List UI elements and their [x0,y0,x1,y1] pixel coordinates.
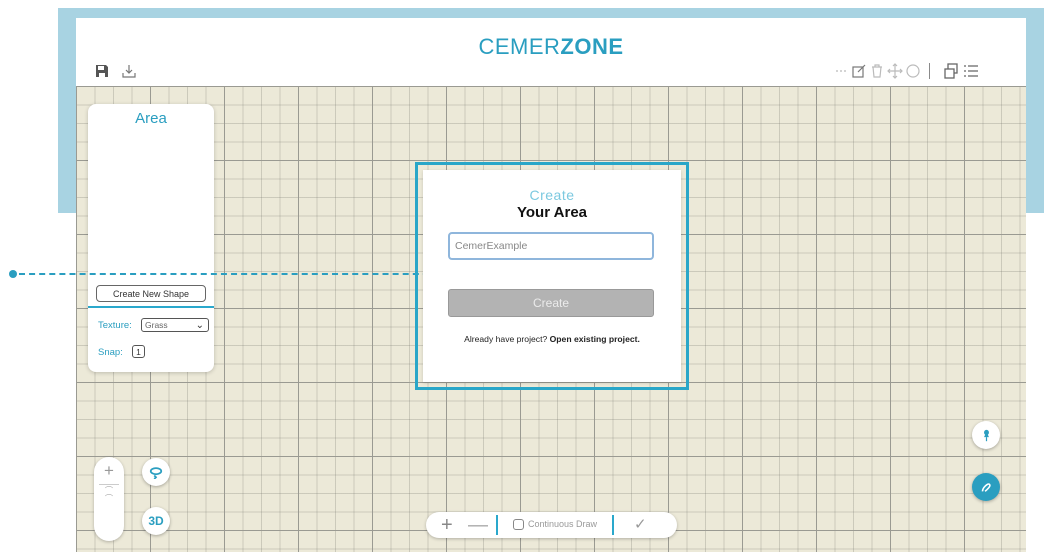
fit-view-icon[interactable]: ⌒ ⌒ [94,487,124,503]
brand-logo: CEMERZONE [76,34,1026,60]
list-icon[interactable] [962,62,980,80]
chevron-down-icon: ⌄ [195,320,204,331]
rotate-icon[interactable] [904,62,922,80]
snap-value-input[interactable]: 1 [132,345,145,358]
connector-line [19,273,439,275]
area-panel-title: Area [135,110,167,127]
brand-bold: ZONE [560,34,624,59]
brand-regular: CEMER [478,34,561,59]
connector-dot [9,270,17,278]
zoom-in-button[interactable]: + [94,461,124,481]
rotate-view-button[interactable] [142,458,170,486]
layers-icon[interactable] [942,62,960,80]
continuous-draw-checkbox[interactable] [513,519,524,530]
save-icon[interactable] [93,62,111,80]
draw-mode-button[interactable] [972,473,1000,501]
select-icon[interactable] [832,62,850,80]
rotate-view-icon [149,467,163,479]
bar-separator [496,515,498,535]
dialog-heading-create: Create [529,187,575,203]
move-icon[interactable] [886,62,904,80]
create-area-dialog: Create Your Area Create Already have pro… [423,170,681,382]
area-name-input[interactable] [448,232,654,260]
edit-icon[interactable] [850,62,868,80]
panel-divider [88,306,214,308]
snap-label: Snap: [98,347,123,358]
dialog-heading-area: Your Area [516,204,588,221]
download-icon[interactable] [120,62,138,80]
add-point-button[interactable]: + [441,514,453,537]
pin-button[interactable] [972,421,1000,449]
trash-icon[interactable] [868,62,886,80]
texture-value: Grass [145,320,168,330]
texture-label: Texture: [98,320,132,331]
stage: CEMERZONE Area Create New Shape Texture:… [0,0,1044,552]
remove-point-button[interactable]: — [468,514,488,537]
3d-view-button[interactable]: 3D [142,507,170,535]
footer-text: Already have project? [464,334,550,344]
open-existing-project-link[interactable]: Open existing project. [550,334,640,344]
texture-select[interactable]: Grass ⌄ [141,318,209,332]
toolbar-separator [929,63,930,79]
pin-icon [983,429,989,441]
bar-separator-2 [612,515,614,535]
zoom-divider [99,484,119,485]
curve-pen-icon [981,483,991,492]
bottom-draw-bar: + — Continuous Draw ✓ [426,512,677,538]
zoom-control: + ⌒ ⌒ [94,457,124,541]
create-new-shape-button[interactable]: Create New Shape [96,285,206,302]
dialog-footer: Already have project? Open existing proj… [423,334,681,344]
area-panel: Area Create New Shape Texture: Grass ⌄ S… [88,104,214,372]
create-button[interactable]: Create [448,289,654,317]
continuous-draw-label: Continuous Draw [528,519,598,529]
confirm-button[interactable]: ✓ [634,515,647,533]
